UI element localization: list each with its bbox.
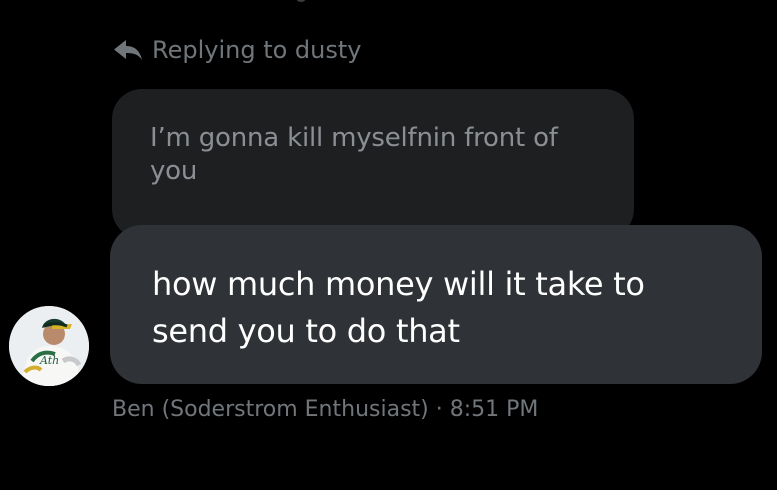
reply-context-text: Replying to dusty — [152, 36, 362, 64]
quoted-message-text: I’m gonna kill myselfnin front of you — [150, 123, 558, 186]
message-metadata: Ben (Soderstrom Enthusiast) · 8:51 PM — [112, 395, 538, 425]
sender-name[interactable]: Ben (Soderstrom Enthusiast) — [112, 397, 429, 422]
previous-message-fragment — [296, 0, 306, 2]
svg-text:Ath: Ath — [39, 354, 59, 367]
reply-context[interactable]: Replying to dusty — [112, 34, 362, 66]
baseball-player-avatar-icon: Ath — [9, 306, 89, 386]
avatar[interactable]: Ath — [9, 306, 89, 386]
message-time: 8:51 PM — [449, 397, 539, 422]
reply-arrow-icon — [112, 38, 144, 62]
quoted-message-bubble[interactable]: I’m gonna kill myselfnin front of you — [112, 89, 634, 239]
metadata-separator: · — [435, 397, 443, 422]
reply-message-bubble[interactable]: how much money will it take to send you … — [110, 225, 762, 384]
reply-message-text: how much money will it take to send you … — [152, 265, 645, 350]
